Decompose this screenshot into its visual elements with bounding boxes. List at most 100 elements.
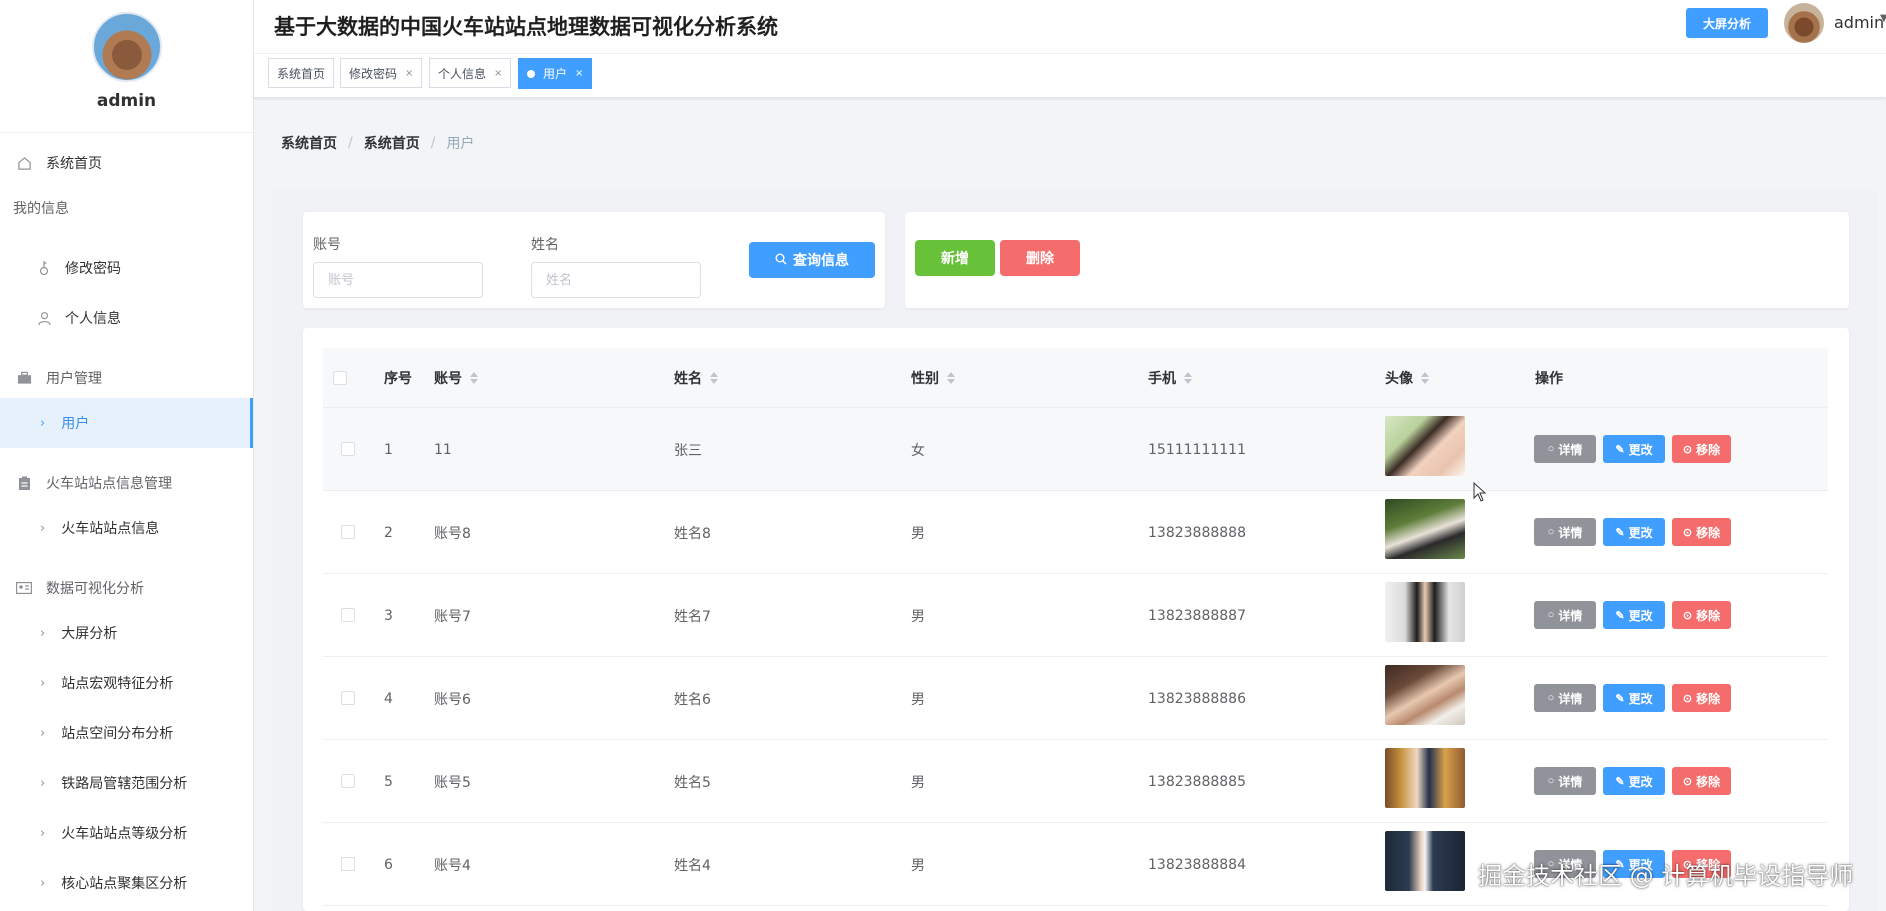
remove-button[interactable]: ⊙ 移除: [1672, 767, 1731, 795]
header-name[interactable]: 姓名: [674, 348, 718, 408]
cell-gender: 男: [911, 691, 925, 708]
search-icon: ○: [1547, 775, 1555, 787]
sidebar-item-home[interactable]: 系统首页: [0, 138, 253, 188]
sidebar-item-label: 个人信息: [65, 311, 121, 327]
header-account[interactable]: 账号: [434, 348, 478, 408]
row-checkbox[interactable]: [341, 525, 355, 539]
sidebar-group-label: 数据可视化分析: [46, 581, 144, 597]
tab-home[interactable]: 系统首页: [268, 58, 335, 88]
sort-icon[interactable]: [710, 372, 718, 384]
sort-icon[interactable]: [1184, 372, 1192, 384]
sidebar-group-data-visualization[interactable]: 数据可视化分析: [0, 563, 253, 613]
add-button[interactable]: 新增: [915, 240, 995, 276]
sidebar-group-label: 火车站站点信息管理: [46, 476, 172, 492]
sidebar-item-spatial-distribution[interactable]: › 站点空间分布分析: [0, 708, 253, 758]
sidebar-item-macro-features[interactable]: › 站点宏观特征分析: [0, 658, 253, 708]
row-checkbox[interactable]: [341, 774, 355, 788]
sidebar-item-bigscreen[interactable]: › 大屏分析: [0, 608, 253, 658]
sidebar-item-personal-info[interactable]: 个人信息: [0, 293, 253, 343]
name-input[interactable]: [531, 262, 701, 298]
remove-icon: ⊙: [1682, 526, 1693, 539]
sidebar-item-station-grade[interactable]: › 火车站站点等级分析: [0, 808, 253, 858]
edit-icon: ✎: [1615, 609, 1625, 622]
select-all-checkbox[interactable]: [333, 371, 347, 385]
cell-name: 张三: [674, 442, 702, 459]
search-icon: ○: [1547, 526, 1555, 538]
search-icon: [775, 253, 787, 268]
account-input[interactable]: [313, 262, 483, 298]
remove-button[interactable]: ⊙ 移除: [1672, 518, 1731, 546]
header-avatar[interactable]: 头像: [1385, 348, 1429, 408]
top-header: 基于大数据的中国火车站站点地理数据可视化分析系统 大屏分析 admin ▼: [254, 0, 1886, 54]
avatar-photo[interactable]: [1385, 582, 1465, 642]
sidebar-item-core-cluster[interactable]: › 核心站点聚集区分析: [0, 858, 253, 908]
avatar-photo[interactable]: [1385, 499, 1465, 559]
header-phone[interactable]: 手机: [1148, 348, 1192, 408]
row-checkbox[interactable]: [341, 442, 355, 456]
detail-button[interactable]: ○ 详情: [1534, 601, 1596, 629]
key-icon: [35, 259, 53, 277]
remove-button[interactable]: ⊙ 移除: [1672, 435, 1731, 463]
row-checkbox[interactable]: [341, 691, 355, 705]
sidebar-group-user-management[interactable]: 用户管理: [0, 353, 253, 403]
detail-button[interactable]: ○ 详情: [1534, 684, 1596, 712]
table-row[interactable]: 3 账号7 姓名7 男 13823888887 ○ 详情 ✎ 更改 ⊙ 移除: [323, 574, 1828, 657]
remove-button[interactable]: ⊙ 移除: [1672, 684, 1731, 712]
cell-account: 账号8: [434, 525, 471, 542]
cell-account: 账号5: [434, 774, 471, 791]
cell-gender: 男: [911, 525, 925, 542]
avatar-photo[interactable]: [1385, 665, 1465, 725]
avatar-photo[interactable]: [1385, 416, 1465, 476]
sidebar-group-label: 用户管理: [46, 371, 102, 387]
table-row[interactable]: 4 账号6 姓名6 男 13823888886 ○ 详情 ✎ 更改 ⊙ 移除: [323, 657, 1828, 740]
avatar-photo[interactable]: [1385, 831, 1465, 891]
avatar[interactable]: [1784, 3, 1824, 43]
avatar-photo[interactable]: [1385, 748, 1465, 808]
table-row[interactable]: 5 账号5 姓名5 男 13823888885 ○ 详情 ✎ 更改 ⊙ 移除: [323, 740, 1828, 823]
sort-icon[interactable]: [1421, 372, 1429, 384]
user-menu-name[interactable]: admin: [1834, 13, 1884, 32]
edit-button[interactable]: ✎ 更改: [1603, 767, 1665, 795]
sidebar-group-station-info-management[interactable]: 火车站站点信息管理: [0, 458, 253, 508]
table-row[interactable]: 1 11 张三 女 15111111111 ○ 详情 ✎ 更改 ⊙ 移除: [323, 408, 1828, 491]
edit-icon: ✎: [1615, 443, 1625, 456]
sidebar-item-users[interactable]: › 用户: [0, 398, 253, 448]
sidebar-item-station-info[interactable]: › 火车站站点信息: [0, 503, 253, 553]
row-checkbox[interactable]: [341, 857, 355, 871]
bigscreen-button[interactable]: 大屏分析: [1686, 8, 1768, 38]
detail-button[interactable]: ○ 详情: [1534, 435, 1596, 463]
avatar[interactable]: [91, 12, 162, 82]
query-button[interactable]: 查询信息: [749, 242, 875, 278]
breadcrumb-item[interactable]: 系统首页: [364, 133, 420, 153]
edit-button[interactable]: ✎ 更改: [1603, 684, 1665, 712]
remove-button[interactable]: ⊙ 移除: [1672, 601, 1731, 629]
tab-change-password[interactable]: 修改密码 ×: [340, 58, 423, 88]
detail-button[interactable]: ○ 详情: [1534, 518, 1596, 546]
sidebar-group-my-info: 我的信息: [0, 188, 253, 228]
close-icon[interactable]: ×: [575, 68, 583, 79]
edit-button[interactable]: ✎ 更改: [1603, 601, 1665, 629]
close-icon[interactable]: ×: [494, 68, 502, 79]
sort-icon[interactable]: [947, 372, 955, 384]
header-actions: 操作: [1535, 371, 1563, 387]
tab-label: 系统首页: [277, 66, 326, 81]
chevron-right-icon: ›: [40, 675, 46, 691]
breadcrumb-item[interactable]: 系统首页: [281, 133, 337, 153]
row-checkbox[interactable]: [341, 608, 355, 622]
edit-button[interactable]: ✎ 更改: [1603, 518, 1665, 546]
close-icon[interactable]: ×: [405, 68, 413, 79]
edit-button[interactable]: ✎ 更改: [1603, 435, 1665, 463]
sidebar-item-label: 核心站点聚集区分析: [61, 876, 188, 892]
sidebar-item-change-password[interactable]: 修改密码: [0, 243, 253, 293]
caret-down-icon[interactable]: ▼: [1880, 13, 1886, 24]
watermark: 掘金技术社区 @ 计算机毕设指导师: [1478, 862, 1854, 890]
detail-button[interactable]: ○ 详情: [1534, 767, 1596, 795]
sidebar-item-railway-bureau[interactable]: › 铁路局管辖范围分析: [0, 758, 253, 808]
header-gender[interactable]: 性别: [911, 348, 955, 408]
table-row[interactable]: 2 账号8 姓名8 男 13823888888 ○ 详情 ✎ 更改 ⊙ 移除: [323, 491, 1828, 574]
sidebar-item-label: 火车站站点信息: [61, 521, 160, 537]
tab-users[interactable]: 用户 ×: [518, 58, 593, 89]
tab-personal-info[interactable]: 个人信息 ×: [429, 58, 512, 88]
sort-icon[interactable]: [470, 372, 478, 384]
delete-button[interactable]: 删除: [1000, 240, 1080, 276]
